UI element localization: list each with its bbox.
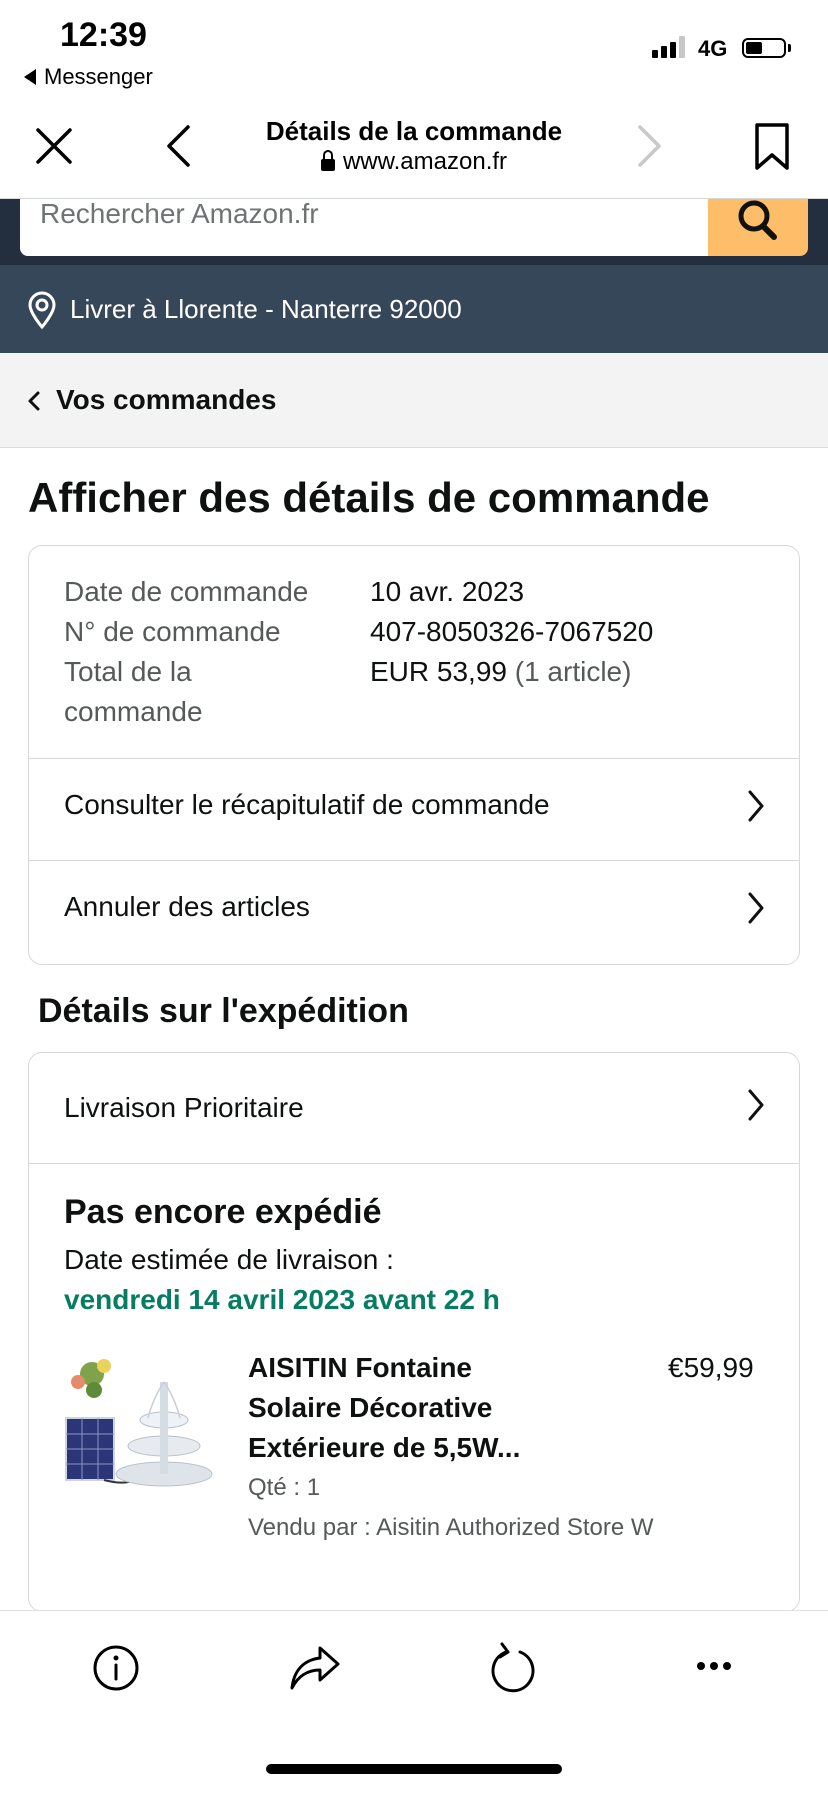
breadcrumb-chevron-icon [28, 391, 40, 411]
product-image[interactable] [64, 1352, 214, 1492]
back-triangle-icon [24, 69, 36, 85]
product-title-line: Solaire Décorative [248, 1392, 493, 1423]
close-icon[interactable] [34, 126, 74, 166]
row-divider [29, 1163, 799, 1164]
page-title: Afficher des détails de commande [28, 474, 710, 521]
order-total-label-line1: Total de la [64, 656, 192, 687]
share-icon[interactable] [288, 1642, 342, 1692]
delivery-estimate-label: Date estimée de livraison : [64, 1244, 394, 1275]
back-app-label: Messenger [44, 64, 153, 89]
product-title-link[interactable]: AISITIN Fontaine Solaire Décorative Exté… [248, 1348, 608, 1468]
deliver-to-text: Livrer à Llorente - Nanterre 92000 [70, 294, 462, 324]
product-seller: Vendu par : Aisitin Authorized Store W [248, 1514, 654, 1541]
search-placeholder: Rechercher Amazon.fr [40, 198, 319, 229]
shipment-status: Pas encore expédié [64, 1193, 382, 1231]
back-chevron-icon[interactable] [164, 124, 192, 168]
shipping-method-label: Livraison Prioritaire [64, 1092, 304, 1123]
order-number-label: N° de commande [64, 616, 281, 647]
search-icon [738, 200, 777, 240]
shipping-section-title: Détails sur l'expédition [38, 992, 409, 1030]
order-date-value: 10 avr. 2023 [370, 576, 525, 607]
order-item-count: (1 article) [514, 656, 632, 687]
breadcrumb-link-orders[interactable]: Vos commandes [56, 384, 276, 416]
browser-title: Détails de la commande [265, 116, 563, 146]
order-total-amount: EUR 53,99 [370, 656, 507, 687]
cancel-items-label: Annuler des articles [64, 891, 310, 922]
status-time: 12:39 [60, 16, 147, 54]
product-title-line: AISITIN Fontaine [248, 1352, 472, 1383]
search-button[interactable] [708, 199, 808, 256]
home-indicator[interactable] [266, 1764, 562, 1774]
back-to-app-link[interactable]: Messenger [24, 64, 153, 90]
location-pin-icon [28, 291, 56, 330]
product-title-line: Extérieure de 5,5W... [248, 1432, 521, 1463]
chevron-right-icon [748, 790, 764, 822]
forward-chevron-icon[interactable] [636, 124, 664, 168]
reload-icon[interactable] [488, 1640, 538, 1694]
product-quantity: Qté : 1 [248, 1474, 321, 1501]
delivery-estimate-date: vendredi 14 avril 2023 avant 22 h [64, 1284, 500, 1315]
chevron-right-icon [748, 892, 764, 924]
order-recap-label: Consulter le récapitulatif de commande [64, 789, 550, 820]
order-date-label: Date de commande [64, 576, 309, 607]
order-number-value: 407-8050326-7067520 [370, 616, 654, 647]
signal-icon [652, 36, 685, 58]
network-label: 4G [698, 36, 728, 61]
browser-url[interactable]: www.amazon.fr [200, 148, 628, 176]
battery-tip [788, 44, 791, 52]
order-total-label-line2: commande [64, 696, 203, 727]
lock-icon [320, 150, 335, 171]
more-icon[interactable] [694, 1656, 734, 1676]
order-total-value: EUR 53,99 (1 article) [370, 652, 631, 692]
battery-icon [742, 38, 786, 58]
info-icon[interactable] [92, 1644, 140, 1692]
chevron-right-icon [748, 1089, 764, 1121]
browser-url-text: www.amazon.fr [342, 148, 508, 175]
product-price: €59,99 [668, 1352, 754, 1383]
bookmark-icon[interactable] [754, 122, 790, 172]
